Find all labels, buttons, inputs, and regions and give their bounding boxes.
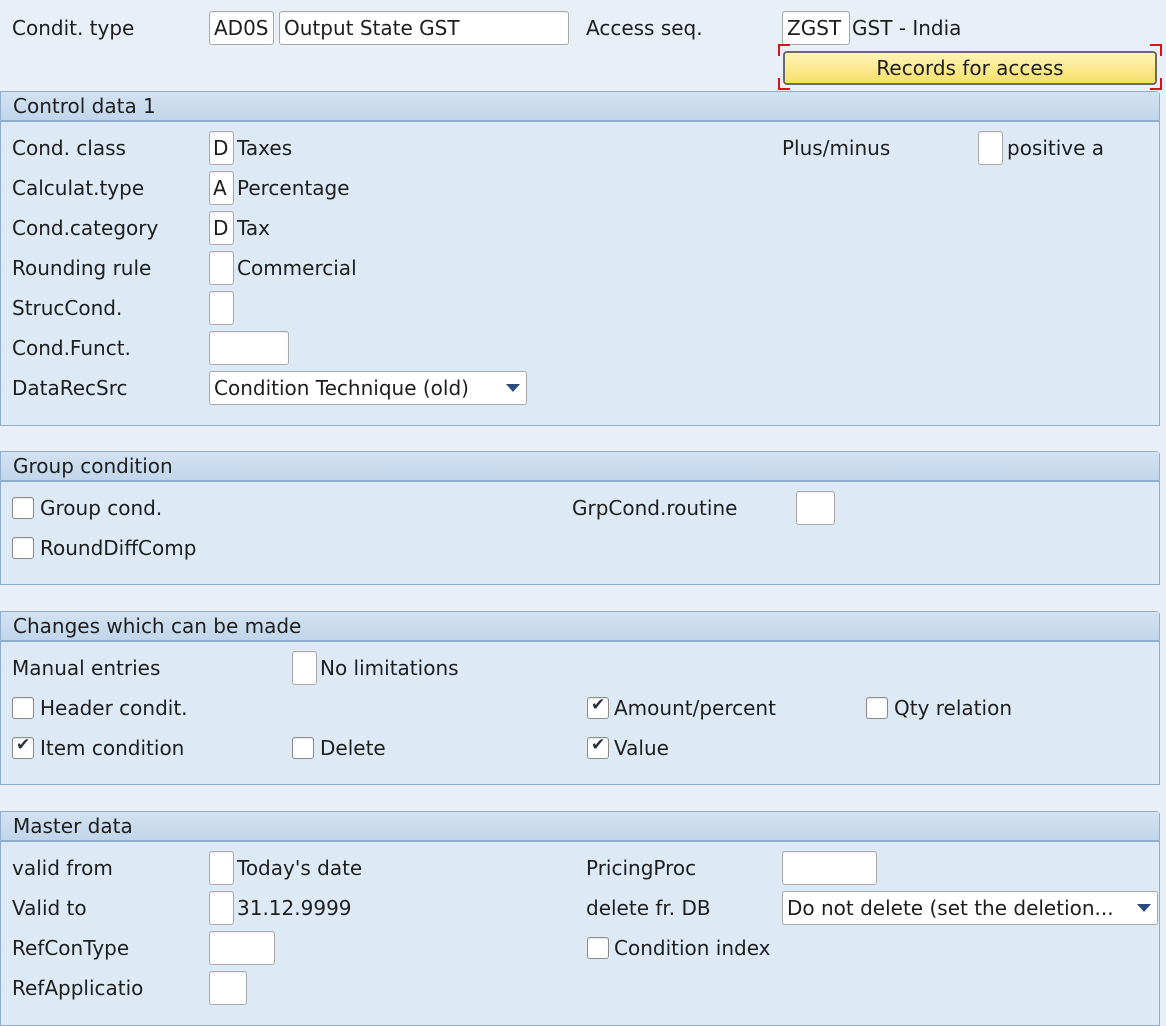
ref-applicatio-field[interactable] bbox=[209, 971, 247, 1005]
valid-from-field[interactable] bbox=[209, 851, 234, 885]
rounding-rule-desc: Commercial bbox=[237, 256, 357, 280]
group-cond-label: Group cond. bbox=[40, 496, 163, 520]
dropdown-arrow-icon bbox=[506, 384, 520, 392]
calc-type-field[interactable]: A bbox=[209, 171, 234, 205]
round-diff-comp-checkbox[interactable] bbox=[12, 537, 34, 559]
cond-class-field[interactable]: D bbox=[209, 131, 234, 165]
condition-index-checkbox[interactable] bbox=[587, 937, 609, 959]
value-checkbox[interactable]: ✔ bbox=[587, 735, 609, 759]
group-condition-title: Group condition bbox=[1, 452, 1159, 482]
checkmark-icon: ✔ bbox=[591, 735, 606, 755]
delete-label: Delete bbox=[320, 736, 386, 760]
cond-funct-field[interactable] bbox=[209, 331, 289, 365]
struc-cond-field[interactable] bbox=[209, 291, 234, 325]
manual-entries-label: Manual entries bbox=[12, 656, 161, 680]
pricing-proc-field[interactable] bbox=[782, 851, 877, 885]
rounding-rule-field[interactable] bbox=[209, 251, 234, 285]
header-condit-checkbox[interactable] bbox=[12, 697, 34, 719]
valid-to-label: Valid to bbox=[12, 896, 87, 920]
header-condit-label: Header condit. bbox=[40, 696, 188, 720]
amount-percent-label: Amount/percent bbox=[614, 696, 776, 720]
access-seq-desc: GST - India bbox=[852, 16, 962, 40]
cond-class-desc: Taxes bbox=[237, 136, 293, 160]
ref-con-type-field[interactable] bbox=[209, 931, 275, 965]
qty-relation-label: Qty relation bbox=[894, 696, 1012, 720]
grp-cond-routine-label: GrpCond.routine bbox=[572, 496, 738, 520]
valid-from-desc: Today's date bbox=[237, 856, 363, 880]
qty-relation-checkbox[interactable] bbox=[866, 697, 888, 719]
item-condition-label: Item condition bbox=[40, 736, 185, 760]
data-rec-src-label: DataRecSrc bbox=[12, 376, 128, 400]
value-label: Value bbox=[614, 736, 669, 760]
rounding-rule-label: Rounding rule bbox=[12, 256, 152, 280]
grp-cond-routine-field[interactable] bbox=[796, 491, 835, 525]
access-seq-label: Access seq. bbox=[586, 16, 703, 40]
delete-fr-db-value: Do not delete (set the deletion... bbox=[787, 896, 1114, 920]
amount-percent-checkbox[interactable]: ✔ bbox=[587, 695, 609, 719]
struc-cond-label: StrucCond. bbox=[12, 296, 123, 320]
plus-minus-field[interactable] bbox=[978, 131, 1003, 165]
calc-type-desc: Percentage bbox=[237, 176, 350, 200]
valid-from-label: valid from bbox=[12, 856, 113, 880]
condit-type-desc-field[interactable]: Output State GST bbox=[279, 11, 569, 45]
control-data-title: Control data 1 bbox=[1, 92, 1159, 122]
delete-fr-db-select[interactable]: Do not delete (set the deletion... bbox=[782, 891, 1158, 925]
ref-con-type-label: RefConType bbox=[12, 936, 130, 960]
cond-funct-label: Cond.Funct. bbox=[12, 336, 131, 360]
item-condition-checkbox[interactable]: ✔ bbox=[12, 735, 34, 759]
records-for-access-button[interactable]: Records for access bbox=[783, 51, 1157, 85]
cond-category-field[interactable]: D bbox=[209, 211, 234, 245]
pricing-proc-label: PricingProc bbox=[586, 856, 697, 880]
delete-fr-db-label: delete fr. DB bbox=[586, 896, 711, 920]
cond-class-label: Cond. class bbox=[12, 136, 126, 160]
master-data-title: Master data bbox=[1, 812, 1159, 842]
cond-category-label: Cond.category bbox=[12, 216, 159, 240]
data-rec-src-value: Condition Technique (old) bbox=[214, 376, 469, 400]
calc-type-label: Calculat.type bbox=[12, 176, 145, 200]
dropdown-arrow-icon bbox=[1137, 904, 1151, 912]
condit-type-label: Condit. type bbox=[12, 16, 135, 40]
delete-checkbox[interactable] bbox=[292, 737, 314, 759]
manual-entries-field[interactable] bbox=[292, 651, 317, 685]
cond-category-desc: Tax bbox=[237, 216, 270, 240]
valid-to-field[interactable] bbox=[209, 891, 234, 925]
group-cond-checkbox[interactable] bbox=[12, 497, 34, 519]
checkmark-icon: ✔ bbox=[16, 735, 31, 755]
round-diff-comp-label: RoundDiffComp bbox=[40, 536, 197, 560]
plus-minus-label: Plus/minus bbox=[782, 136, 891, 160]
ref-applicatio-label: RefApplicatio bbox=[12, 976, 144, 1000]
condition-index-label: Condition index bbox=[614, 936, 771, 960]
checkmark-icon: ✔ bbox=[591, 695, 606, 715]
plus-minus-desc: positive a bbox=[1007, 136, 1105, 160]
data-rec-src-select[interactable]: Condition Technique (old) bbox=[209, 371, 527, 405]
valid-to-desc: 31.12.9999 bbox=[237, 896, 352, 920]
changes-title: Changes which can be made bbox=[1, 612, 1159, 642]
condit-type-code-field[interactable]: AD0S bbox=[209, 11, 274, 45]
manual-entries-desc: No limitations bbox=[320, 656, 459, 680]
access-seq-code-field[interactable]: ZGST bbox=[782, 11, 850, 45]
